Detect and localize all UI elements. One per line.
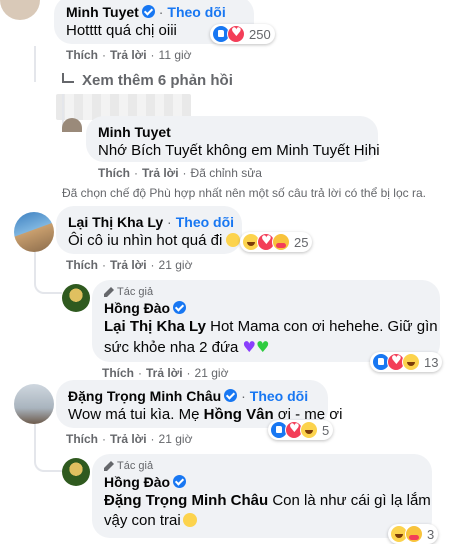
reply-text: Con là như cái gì lạ lắm — [272, 492, 431, 509]
reply-text: Nhớ Bích Tuyết không em Minh Tuyết Hihi — [98, 142, 380, 159]
like-button[interactable]: Thích — [66, 432, 98, 446]
smile-emoji-icon — [226, 233, 241, 247]
reply-bubble: Tác giả Hồng Đào Đặng Trọng Minh Châu Co… — [92, 454, 432, 538]
reply-bubble: Tác giả Hồng Đào Lại Thị Kha Ly Hot Mama… — [92, 280, 440, 362]
reaction-summary[interactable]: 13 — [370, 352, 443, 372]
purple-heart-icon: ♥ — [242, 338, 256, 356]
mention-link[interactable]: Hồng Vân — [204, 406, 274, 423]
author-badge: Tác giả — [117, 286, 154, 298]
reply-text-cont: sức khỏe nha 2 đứa — [104, 339, 239, 356]
author-pen-icon — [104, 287, 114, 297]
care-icon — [272, 233, 290, 251]
laugh-emoji-icon — [182, 513, 197, 527]
filter-note: Đã chọn chế độ Phù hợp nhất nên một số c… — [62, 186, 426, 200]
comment-actions: Thích · Trả lời · 21 giờ — [66, 258, 193, 272]
reaction-summary[interactable]: 5 — [268, 420, 334, 440]
avatar[interactable] — [62, 284, 90, 312]
verified-icon — [224, 389, 238, 402]
reply-actions: Thích · Trả lời · 21 giờ — [102, 366, 229, 380]
reply-name[interactable]: Minh Tuyet — [98, 123, 366, 141]
reply-button[interactable]: Trả lời — [110, 258, 147, 272]
verified-icon — [173, 475, 187, 488]
reply-arrow-icon — [62, 73, 74, 83]
like-button[interactable]: Thích — [66, 48, 98, 62]
mention-link[interactable]: Đặng Trọng Minh Châu — [104, 492, 268, 509]
like-button[interactable]: Thích — [66, 258, 98, 272]
reply-name[interactable]: Hồng Đào — [104, 474, 170, 490]
avatar[interactable] — [62, 458, 90, 486]
care-icon — [405, 525, 423, 543]
avatar[interactable] — [14, 384, 54, 424]
follow-button[interactable]: Theo dõi — [167, 4, 225, 20]
thread-line-1 — [34, 46, 56, 82]
comment-text: Ôi cô iu nhìn hot quá đi — [68, 232, 223, 249]
reply-text: Hot Mama con ơi hehehe. Giữ gìn — [210, 318, 438, 335]
author-badge: Tác giả — [117, 460, 154, 472]
reply-text-cont: vậy con trai — [104, 512, 181, 529]
reaction-summary[interactable]: 3 — [388, 524, 439, 544]
avatar[interactable] — [14, 212, 54, 252]
commenter-name[interactable]: Minh Tuyet — [66, 4, 139, 20]
verified-icon — [173, 301, 187, 314]
reply-name[interactable]: Hồng Đào — [104, 300, 170, 316]
love-icon — [227, 25, 245, 43]
comment-text: Wow má tui kìa. Mẹ — [68, 406, 200, 423]
reply-button[interactable]: Trả lời — [110, 432, 147, 446]
reply-button[interactable]: Trả lời — [142, 166, 179, 180]
avatar[interactable] — [0, 0, 40, 20]
reply-button[interactable]: Trả lời — [146, 366, 183, 380]
haha-icon — [402, 353, 420, 371]
haha-icon — [300, 421, 318, 439]
comment-actions: Thích · Trả lời · 21 giờ — [66, 432, 193, 446]
reaction-summary[interactable]: 250 — [210, 24, 275, 44]
avatar[interactable] — [62, 118, 82, 132]
commenter-name[interactable]: Lại Thị Kha Ly — [68, 214, 163, 230]
green-heart-icon: ♥ — [255, 338, 270, 356]
timestamp[interactable]: 11 giờ — [159, 48, 192, 62]
author-pen-icon — [104, 461, 114, 471]
mention-link[interactable]: Lại Thị Kha Ly — [104, 318, 206, 335]
like-button[interactable]: Thích — [98, 166, 130, 180]
reply-button[interactable]: Trả lời — [110, 48, 147, 62]
verified-icon — [141, 5, 155, 18]
edit-button[interactable]: Đã chỉnh sửa — [191, 166, 262, 180]
reply-actions: Thích · Trả lời · Đã chỉnh sửa — [98, 166, 262, 180]
timestamp[interactable]: 21 giờ — [159, 432, 193, 446]
comment-bubble: Lại Thị Kha Ly · Theo dõi Ôi cô iu nhìn h… — [56, 206, 242, 254]
follow-button[interactable]: Theo dõi — [250, 388, 308, 404]
follow-button[interactable]: Theo dõi — [176, 214, 234, 230]
reply-bubble: Minh Tuyet Nhớ Bích Tuyết không em Minh … — [86, 116, 380, 162]
like-button[interactable]: Thích — [102, 366, 134, 380]
timestamp[interactable]: 21 giờ — [159, 258, 193, 272]
view-more-replies[interactable]: Xem thêm 6 phản hồi — [62, 72, 233, 89]
timestamp[interactable]: 21 giờ — [195, 366, 229, 380]
reaction-summary[interactable]: 25 — [240, 232, 313, 252]
commenter-name[interactable]: Đặng Trọng Minh Châu — [68, 388, 221, 404]
comment-actions: Thích · Trả lời · 11 giờ — [66, 48, 192, 62]
